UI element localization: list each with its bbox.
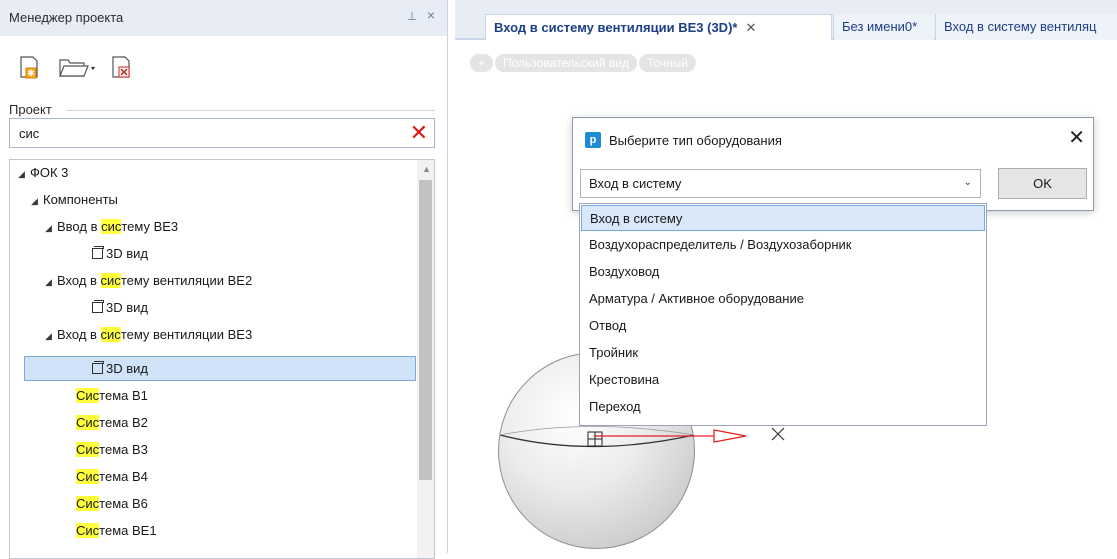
app-logo-icon: p bbox=[585, 132, 601, 148]
search-input[interactable]: сис ✕ bbox=[9, 118, 435, 148]
search-value: сис bbox=[19, 126, 40, 141]
expanded-triangle-icon[interactable]: ◢ bbox=[18, 162, 30, 186]
add-view-button[interactable]: + bbox=[470, 54, 494, 72]
section-divider bbox=[66, 110, 435, 111]
tree-node-vent-ve2[interactable]: ◢ Вход в систему вентиляции ВЕ2 bbox=[45, 269, 252, 293]
tree-node-system[interactable]: Система В3 bbox=[76, 438, 148, 462]
close-icon[interactable]: ✕ bbox=[1068, 127, 1085, 149]
selected-row-highlight bbox=[24, 356, 416, 381]
tree-node-3d-view-selected[interactable]: 3D вид bbox=[92, 357, 148, 381]
select-value: Вход в систему bbox=[589, 176, 682, 191]
expanded-triangle-icon[interactable]: ◢ bbox=[45, 324, 57, 348]
3d-view-icon bbox=[92, 246, 104, 259]
document-tabs: Вход в систему вентиляции ВЕ3 (3D)* ✕ Без… bbox=[455, 0, 1117, 40]
tree-node-system[interactable]: Система В6 bbox=[76, 492, 148, 516]
tab-vent-system[interactable]: Вход в систему вентиляц bbox=[935, 14, 1117, 40]
expanded-triangle-icon[interactable]: ◢ bbox=[31, 189, 43, 213]
tree-node-system[interactable]: Система В4 bbox=[76, 465, 148, 489]
tree-scrollbar[interactable]: ▲ bbox=[417, 160, 434, 558]
new-project-icon[interactable]: ✱ bbox=[18, 54, 44, 82]
view-controls: + Пользовательский вид Точный bbox=[470, 54, 698, 72]
svg-text:✱: ✱ bbox=[27, 69, 35, 79]
equipment-type-dialog: p Выберите тип оборудования ✕ Вход в сис… bbox=[572, 117, 1094, 211]
option-tee[interactable]: Тройник bbox=[581, 340, 985, 366]
option-system-input[interactable]: Вход в систему bbox=[581, 205, 985, 231]
option-cross[interactable]: Крестовина bbox=[581, 367, 985, 393]
open-folder-icon[interactable] bbox=[58, 54, 102, 82]
project-section-label: Проект bbox=[9, 102, 52, 117]
pin-icon[interactable]: ⊥ bbox=[405, 9, 419, 23]
panel-title: Менеджер проекта bbox=[9, 10, 124, 25]
project-manager-panel: Менеджер проекта ⊥ × ✱ Проект сис ✕ ◢ ФО… bbox=[0, 0, 448, 559]
close-icon[interactable]: × bbox=[424, 8, 438, 22]
tab-vent-ve3-3d[interactable]: Вход в систему вентиляции ВЕ3 (3D)* ✕ bbox=[485, 14, 832, 40]
3d-view-icon bbox=[92, 361, 104, 374]
custom-view-button[interactable]: Пользовательский вид bbox=[495, 54, 637, 72]
panel-header: Менеджер проекта ⊥ × bbox=[0, 0, 447, 36]
tree-node-3d-view[interactable]: 3D вид bbox=[92, 242, 148, 266]
tree-node-system[interactable]: Система ВЕ1 bbox=[76, 519, 157, 543]
chevron-down-icon[interactable]: ⌄ bbox=[964, 177, 972, 188]
precise-mode-button[interactable]: Точный bbox=[638, 54, 696, 72]
tree-node-3d-view[interactable]: 3D вид bbox=[92, 296, 148, 320]
ok-button[interactable]: OK bbox=[998, 168, 1087, 199]
option-fittings[interactable]: Арматура / Активное оборудование bbox=[581, 286, 985, 312]
delete-file-icon[interactable] bbox=[110, 54, 136, 82]
tree-node-components[interactable]: ◢ Компоненты bbox=[31, 188, 118, 212]
tree-node-system[interactable]: Система В2 bbox=[76, 411, 148, 435]
clear-search-icon[interactable]: ✕ bbox=[410, 121, 428, 145]
scrollbar-thumb[interactable] bbox=[419, 180, 432, 480]
expanded-triangle-icon[interactable]: ◢ bbox=[45, 270, 57, 294]
tab-untitled[interactable]: Без имени0* bbox=[833, 14, 934, 40]
expanded-triangle-icon[interactable]: ◢ bbox=[45, 216, 57, 240]
scroll-up-icon[interactable]: ▲ bbox=[422, 164, 431, 174]
option-transition[interactable]: Переход bbox=[581, 394, 985, 420]
tree-node-vent-ve3[interactable]: ◢ Вход в систему вентиляции ВЕ3 bbox=[45, 323, 252, 347]
option-air-distributor[interactable]: Воздухораспределитель / Воздухозаборник bbox=[581, 232, 985, 258]
close-tab-icon[interactable]: ✕ bbox=[745, 20, 756, 35]
dialog-title: Выберите тип оборудования bbox=[609, 133, 782, 148]
3d-view-icon bbox=[92, 300, 104, 313]
option-bend[interactable]: Отвод bbox=[581, 313, 985, 339]
project-tree: ◢ ФОК 3 ◢ Компоненты ◢ Ввод в систему ВЕ3 3… bbox=[9, 159, 435, 559]
equipment-type-select[interactable]: Вход в систему ⌄ bbox=[580, 169, 981, 198]
option-duct[interactable]: Воздуховод bbox=[581, 259, 985, 285]
tree-node-fok3[interactable]: ◢ ФОК 3 bbox=[18, 161, 68, 185]
tree-node-system[interactable]: Система В1 bbox=[76, 384, 148, 408]
equipment-type-dropdown: Вход в систему Воздухораспределитель / В… bbox=[579, 203, 987, 426]
tree-node-input-ve3[interactable]: ◢ Ввод в систему ВЕ3 bbox=[45, 215, 178, 239]
